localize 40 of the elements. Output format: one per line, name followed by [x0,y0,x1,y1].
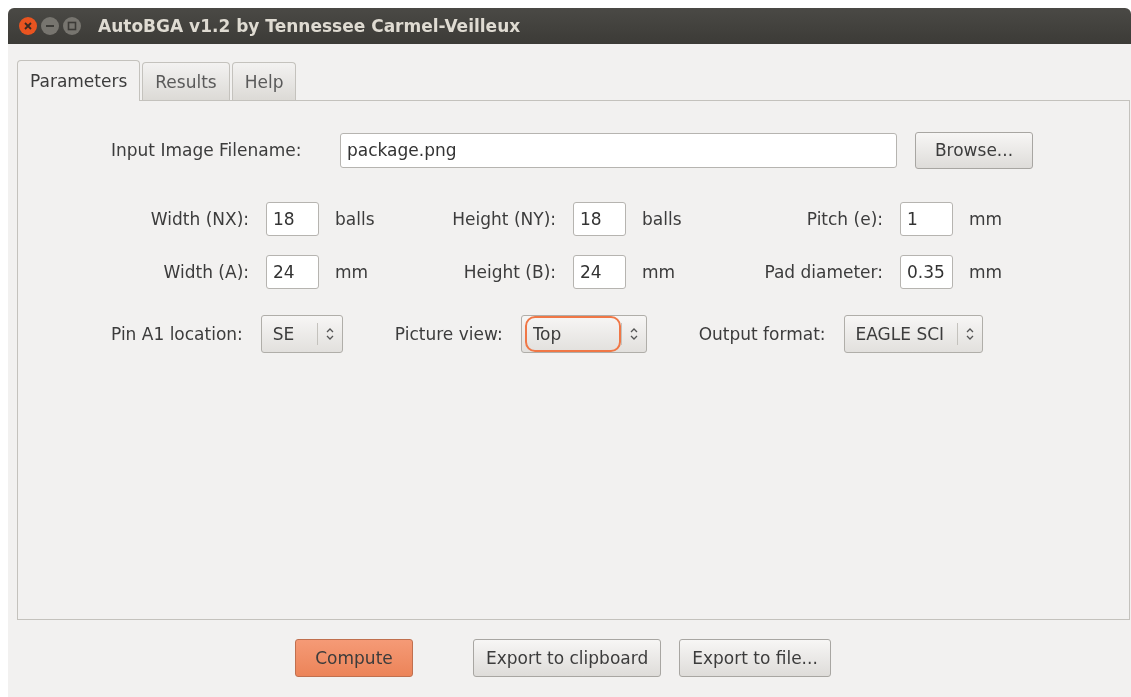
tab[interactable]: Parameters [17,60,141,101]
field-label: Width (NX): [150,208,249,229]
filename-field[interactable]: package.png [340,132,897,168]
field-label: Pad diameter: [764,261,883,282]
dropdown[interactable]: Top [520,315,647,353]
number-field[interactable]: 0.35 [900,254,953,289]
tab[interactable]: Help [231,62,297,100]
unit-label: balls [642,208,682,229]
field-label: Height (NY): [452,208,556,229]
export-button[interactable]: Export to file... [679,639,831,677]
number-field[interactable]: 24 [266,254,319,289]
spinner-arrows-icon [965,327,974,341]
tab[interactable]: Results [142,62,230,100]
number-field[interactable]: 1 [900,201,953,236]
field-label: Height (B): [463,261,556,282]
window-title: AutoBGA v1.2 by Tennessee Carmel-Veilleux [98,16,521,36]
unit-label: mm [642,261,676,282]
compute-button[interactable]: Compute [295,639,413,677]
unit-label: mm [335,261,369,282]
number-field[interactable]: 18 [573,201,626,236]
field-label: Width (A): [163,261,249,282]
field-label: Output format: [698,324,826,344]
field-label: Pin A1 location: [111,324,243,344]
unit-label: mm [969,208,1003,229]
spinner-arrows-icon [629,327,638,341]
browse-button[interactable]: Browse... [915,131,1033,169]
field-label: Picture view: [394,324,503,344]
minimize-icon[interactable] [40,16,60,36]
close-icon[interactable] [18,16,38,36]
unit-label: mm [969,261,1003,282]
field-label: Pitch (e): [806,208,883,229]
number-field[interactable]: 24 [573,254,626,289]
spinner-arrows-icon [325,327,334,341]
field-label: Input Image Filename: [111,140,303,160]
dropdown[interactable]: SE [260,315,343,353]
maximize-icon[interactable] [62,16,82,36]
number-field[interactable]: 18 [266,201,319,236]
dropdown[interactable]: EAGLE SCI [843,315,983,353]
export-button[interactable]: Export to clipboard [473,639,662,677]
unit-label: balls [335,208,375,229]
